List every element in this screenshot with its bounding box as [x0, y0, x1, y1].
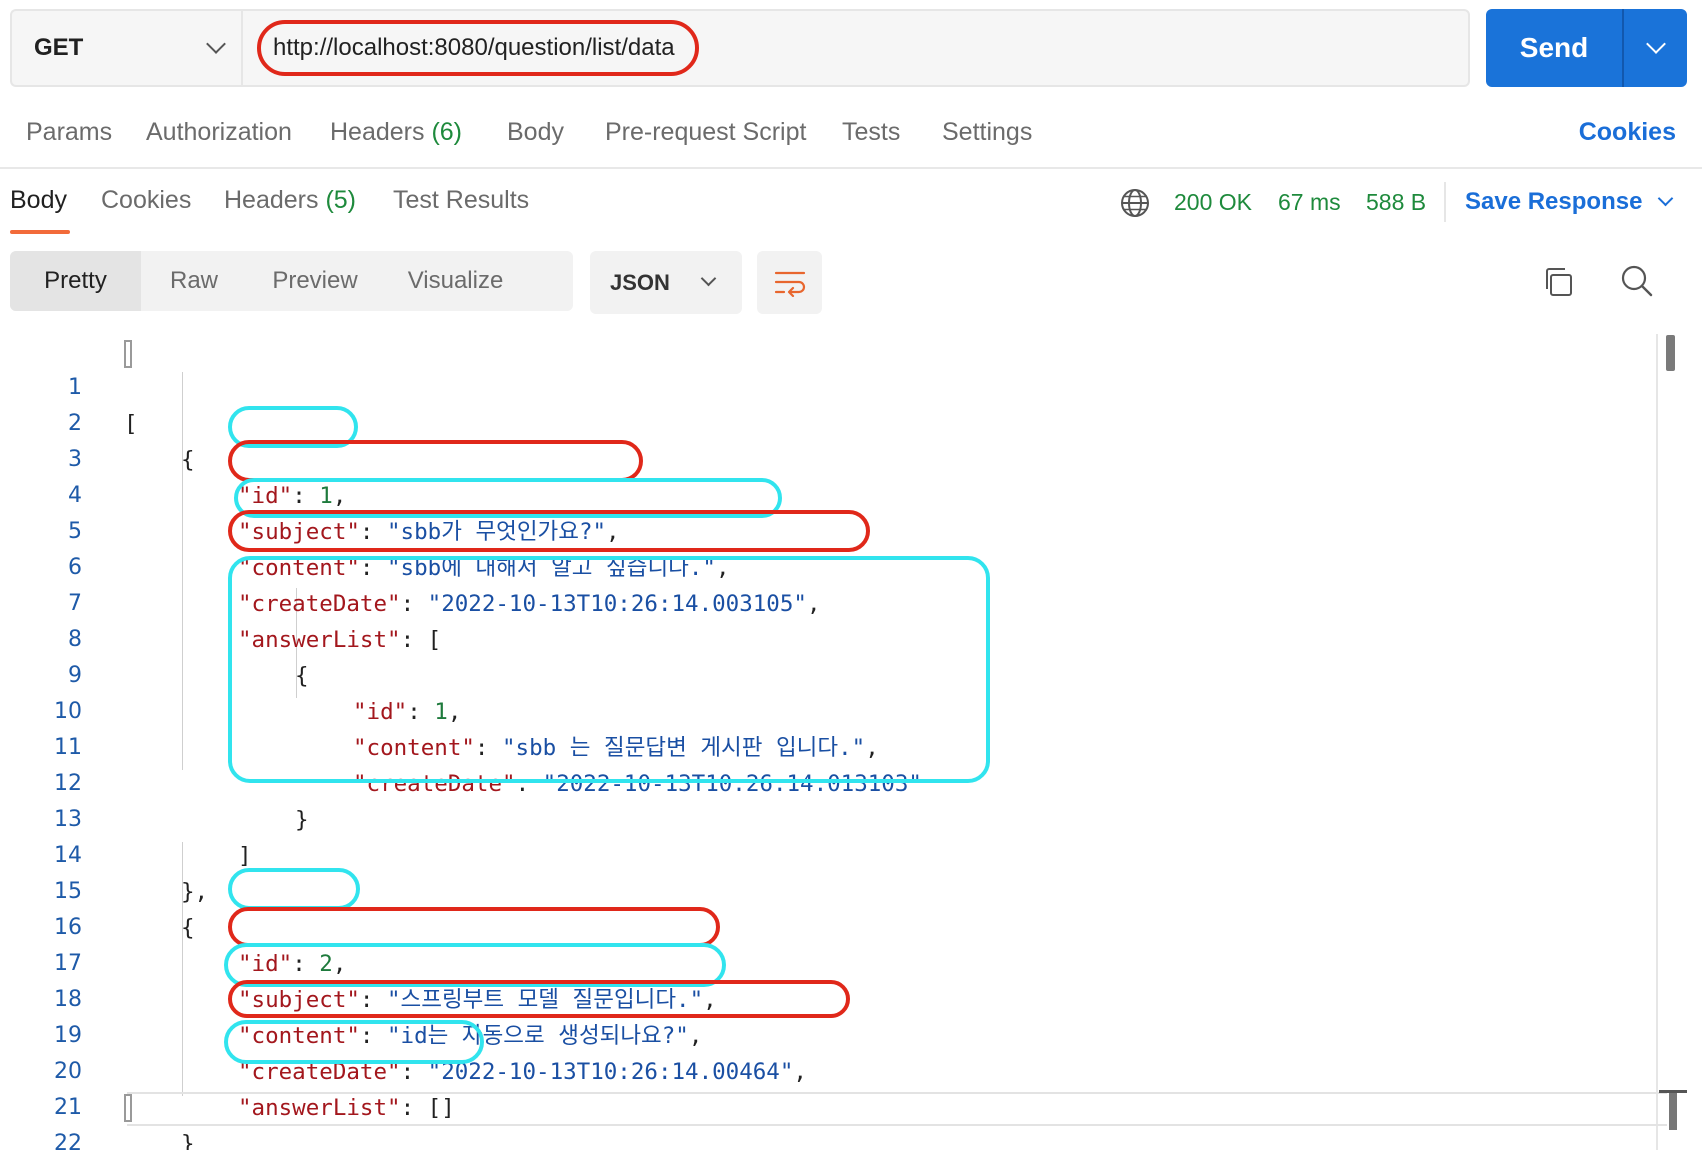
chevron-down-icon [700, 270, 717, 287]
code-line: 5 "content": "sbb에 대해서 알고 싶습니다.", [0, 478, 1660, 581]
tab-tests[interactable]: Tests [842, 118, 900, 147]
search-icon[interactable] [1620, 264, 1654, 298]
code-line: 6 "createDate": "2022-10-13T10:26:14.003… [0, 514, 1660, 617]
bracket-match-marker [124, 340, 132, 368]
view-mode-segment: Pretty Raw Preview Visualize [10, 251, 573, 311]
response-body-editor[interactable]: 1 [ 2 { 3 "id": 1, 4 "subject": "sbb가 무엇… [0, 334, 1702, 1150]
send-button[interactable]: Send [1486, 9, 1622, 87]
chevron-down-icon [206, 34, 226, 54]
view-preview[interactable]: Preview [247, 251, 383, 311]
globe-icon[interactable] [1120, 188, 1150, 218]
language-label: JSON [610, 269, 670, 295]
response-tab-test-results[interactable]: Test Results [393, 186, 529, 215]
chevron-down-icon [1658, 190, 1674, 206]
send-options-button[interactable] [1624, 9, 1687, 87]
tab-settings[interactable]: Settings [942, 118, 1032, 147]
language-select[interactable]: JSON [590, 251, 742, 314]
send-button-group: Send [1486, 9, 1687, 87]
headers-count: (6) [431, 118, 463, 146]
view-visualize[interactable]: Visualize [383, 251, 528, 311]
response-tab-body[interactable]: Body [10, 186, 67, 215]
code-line: 16 "id": 2, [0, 874, 1660, 977]
save-response-button[interactable]: Save Response [1465, 188, 1674, 216]
tab-params[interactable]: Params [26, 118, 112, 147]
code-line: 11 "createDate": "2022-10-13T10:26:14.01… [0, 694, 1660, 797]
tab-headers[interactable]: Headers (6) [330, 118, 462, 147]
code-line: 17 "subject": "스프링부트 모델 질문입니다.", [0, 910, 1660, 1013]
wrap-lines-button[interactable] [757, 251, 822, 314]
response-tab-headers[interactable]: Headers (5) [224, 186, 356, 215]
code-line: 2 { [0, 370, 1660, 473]
chevron-down-icon [1645, 34, 1666, 54]
code-line: 19 "createDate": "2022-10-13T10:26:14.00… [0, 982, 1660, 1085]
request-tabs: Params Authorization Headers (6) Body Pr… [26, 118, 1676, 158]
status-divider [1444, 182, 1446, 222]
code-line: 1 [ [0, 334, 1660, 437]
code-line: 4 "subject": "sbb가 무엇인가요?", [0, 442, 1660, 545]
response-headers-label: Headers [224, 186, 319, 214]
code-line: 20 "answerList": [] [0, 1018, 1660, 1121]
status-code[interactable]: 200 OK [1174, 189, 1252, 216]
tab-authorization[interactable]: Authorization [146, 118, 292, 147]
copy-icon[interactable] [1542, 266, 1574, 298]
code-line: 21 } [0, 1054, 1660, 1150]
method-label: GET [34, 34, 84, 61]
active-tab-indicator [10, 230, 70, 234]
vertical-scrollbar[interactable] [1666, 335, 1675, 371]
response-headers-count: (5) [325, 186, 357, 214]
code-line: 8 { [0, 586, 1660, 689]
section-divider [0, 167, 1702, 169]
view-raw[interactable]: Raw [141, 251, 247, 311]
cookies-link[interactable]: Cookies [1579, 118, 1676, 147]
tab-body[interactable]: Body [507, 118, 564, 147]
horizontal-scroll-track [127, 1092, 1667, 1126]
url-text: http://localhost:8080/question/list/data [257, 20, 699, 76]
line-number: 22 [54, 1131, 82, 1150]
code-line: 18 "content": "id는 자동으로 생성되나요?", [0, 946, 1660, 1049]
code-line: 12 } [0, 730, 1660, 833]
code-line: 13 ] [0, 766, 1660, 869]
method-select[interactable]: GET [10, 9, 241, 87]
view-pretty[interactable]: Pretty [10, 251, 141, 311]
tab-headers-label: Headers [330, 118, 425, 146]
response-time[interactable]: 67 ms [1278, 189, 1341, 216]
url-input[interactable]: http://localhost:8080/question/list/data [241, 9, 1470, 87]
vertical-scroll-track [1656, 334, 1658, 1150]
response-tab-cookies[interactable]: Cookies [101, 186, 191, 215]
code-text: } [181, 1131, 195, 1150]
code-line: 15 { [0, 838, 1660, 941]
wrap-lines-icon [774, 271, 805, 297]
tab-pre-request-script[interactable]: Pre-request Script [605, 118, 806, 147]
horizontal-scrollbar[interactable] [1659, 1090, 1687, 1130]
code-line: 14 }, [0, 802, 1660, 905]
code-line: 7 "answerList": [ [0, 550, 1660, 653]
response-size[interactable]: 588 B [1366, 189, 1426, 216]
save-response-label: Save Response [1465, 188, 1643, 215]
code-line: 3 "id": 1, [0, 406, 1660, 509]
request-bar: GET http://localhost:8080/question/list/… [10, 9, 1470, 87]
code-line: 9 "id": 1, [0, 622, 1660, 725]
code-line: 10 "content": "sbb 는 질문답변 게시판 입니다.", [0, 658, 1660, 761]
